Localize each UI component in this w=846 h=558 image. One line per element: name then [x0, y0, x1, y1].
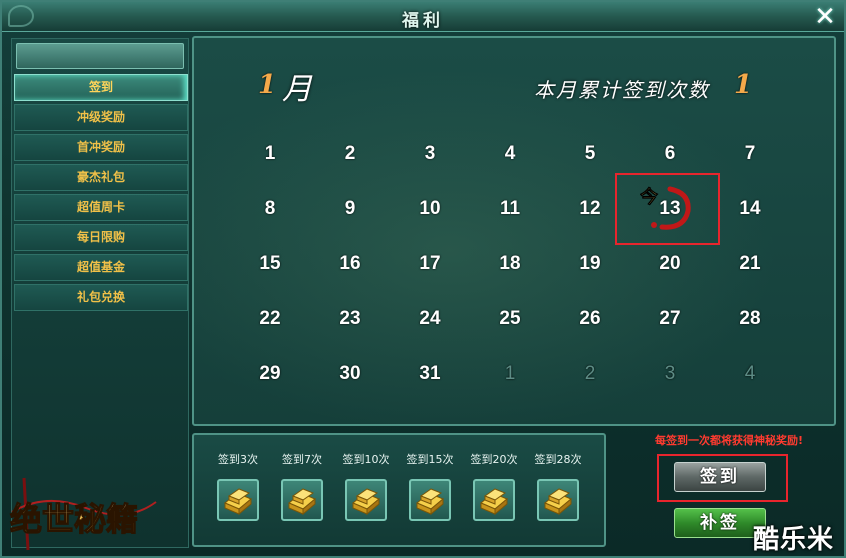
calendar-day[interactable]: 8: [240, 198, 300, 228]
reward-label: 签到20次: [470, 453, 518, 466]
reward-slot: 签到3次: [208, 451, 268, 521]
month-label: 月: [282, 72, 312, 107]
calendar-day[interactable]: 21: [720, 253, 780, 283]
calendar-day[interactable]: 26: [560, 308, 620, 338]
close-icon[interactable]: ✕: [812, 4, 838, 30]
calendar-day[interactable]: 29: [240, 363, 300, 393]
calendar-day[interactable]: 17: [400, 253, 460, 283]
calendar-day[interactable]: 16: [320, 253, 380, 283]
calendar-day[interactable]: 3: [400, 143, 460, 173]
calendar-day[interactable]: 15: [240, 253, 300, 283]
calendar-day[interactable]: 18: [480, 253, 540, 283]
calendar-day[interactable]: 25: [480, 308, 540, 338]
calendar-day[interactable]: 23: [320, 308, 380, 338]
sign-in-button[interactable]: 签到: [674, 462, 766, 492]
reward-slot: 签到15次: [400, 451, 460, 521]
reward-label: 签到15次: [406, 453, 454, 466]
calendar-day[interactable]: 6: [640, 143, 700, 173]
calendar-day[interactable]: 31: [400, 363, 460, 393]
sidebar-item[interactable]: 首冲奖励: [14, 134, 188, 161]
calendar-day[interactable]: 19: [560, 253, 620, 283]
sidebar-item[interactable]: 冲级奖励: [14, 104, 188, 131]
game-logo: 绝世秘籍: [9, 477, 157, 551]
gold-ingot-icon[interactable]: [217, 479, 259, 521]
sidebar-item[interactable]: 超值周卡: [14, 194, 188, 221]
calendar-day[interactable]: 9: [320, 198, 380, 228]
calendar-day[interactable]: 20: [640, 253, 700, 283]
calendar-days: 1 2 3 4 5 6 7 8 9 10 11 12 13 14 15 16 17 18 19 20 21 22 23 24 2…: [230, 138, 830, 418]
gold-ingot-icon[interactable]: [281, 479, 323, 521]
gold-ingot-icon[interactable]: [409, 479, 451, 521]
sidebar-item[interactable]: 豪杰礼包: [14, 164, 188, 191]
reward-slot: 签到10次: [336, 451, 396, 521]
calendar-day[interactable]: 12: [560, 198, 620, 228]
reward-slot: 签到7次: [272, 451, 332, 521]
calendar-day[interactable]: 5: [560, 143, 620, 173]
calendar-day[interactable]: 4: [480, 143, 540, 173]
calendar-panel: 1 月 本月累计签到次数 1 1 2 3 4 5 6 7 8 9 10 11 12 13 14 15 16 17…: [192, 36, 836, 426]
calendar-day[interactable]: 13: [640, 198, 700, 228]
reward-label: 签到28次: [534, 453, 582, 466]
gold-ingot-icon[interactable]: [537, 479, 579, 521]
calendar-day[interactable]: 28: [720, 308, 780, 338]
title-bar: 福利 ✕: [2, 2, 844, 32]
watermark-text: 酷乐米: [752, 525, 834, 555]
calendar-day[interactable]: 1: [240, 143, 300, 173]
calendar-day[interactable]: 7: [720, 143, 780, 173]
reward-label: 签到3次: [218, 453, 258, 466]
calendar-day-next-month: 4: [744, 363, 756, 384]
calendar-day[interactable]: 22: [240, 308, 300, 338]
month-number: 1: [258, 70, 277, 100]
sidebar-item[interactable]: 礼包兑换: [14, 284, 188, 311]
calendar-day-next-month: 2: [584, 363, 596, 384]
sign-notice: 每签到一次都将获得神秘奖励!: [654, 434, 803, 447]
sign-count-label: 本月累计签到次数: [534, 78, 710, 102]
gold-ingot-icon[interactable]: [473, 479, 515, 521]
sidebar-item[interactable]: 超值基金: [14, 254, 188, 281]
calendar-day-next-month: 1: [504, 363, 516, 384]
reward-strip: 签到3次 签到7次 签到10次 签到15次 签到20次 签到28次: [192, 433, 606, 547]
calendar-day[interactable]: 27: [640, 308, 700, 338]
sign-count-value: 1: [734, 70, 753, 100]
window-title: 福利: [402, 11, 444, 31]
sidebar-header: [16, 43, 184, 69]
reward-slot: 签到28次: [528, 451, 588, 521]
calendar-day-next-month: 3: [664, 363, 676, 384]
calendar-day[interactable]: 2: [320, 143, 380, 173]
calendar-day[interactable]: 11: [480, 198, 540, 228]
reward-label: 签到10次: [342, 453, 390, 466]
reward-slot: 签到20次: [464, 451, 524, 521]
calendar-day[interactable]: 14: [720, 198, 780, 228]
welfare-window: 福利 ✕ 签到 冲级奖励 首冲奖励 豪杰礼包 超值周卡 每日限购 超值基金 礼包兑换 绝世秘籍…: [0, 0, 846, 558]
calendar-day[interactable]: 24: [400, 308, 460, 338]
sidebar-item[interactable]: 每日限购: [14, 224, 188, 251]
reward-label: 签到7次: [282, 453, 322, 466]
sidebar-item[interactable]: 签到: [14, 74, 188, 101]
calendar-day[interactable]: 10: [400, 198, 460, 228]
gold-ingot-icon[interactable]: [345, 479, 387, 521]
calendar-day[interactable]: 30: [320, 363, 380, 393]
logo-text: 绝世秘籍: [10, 500, 138, 538]
